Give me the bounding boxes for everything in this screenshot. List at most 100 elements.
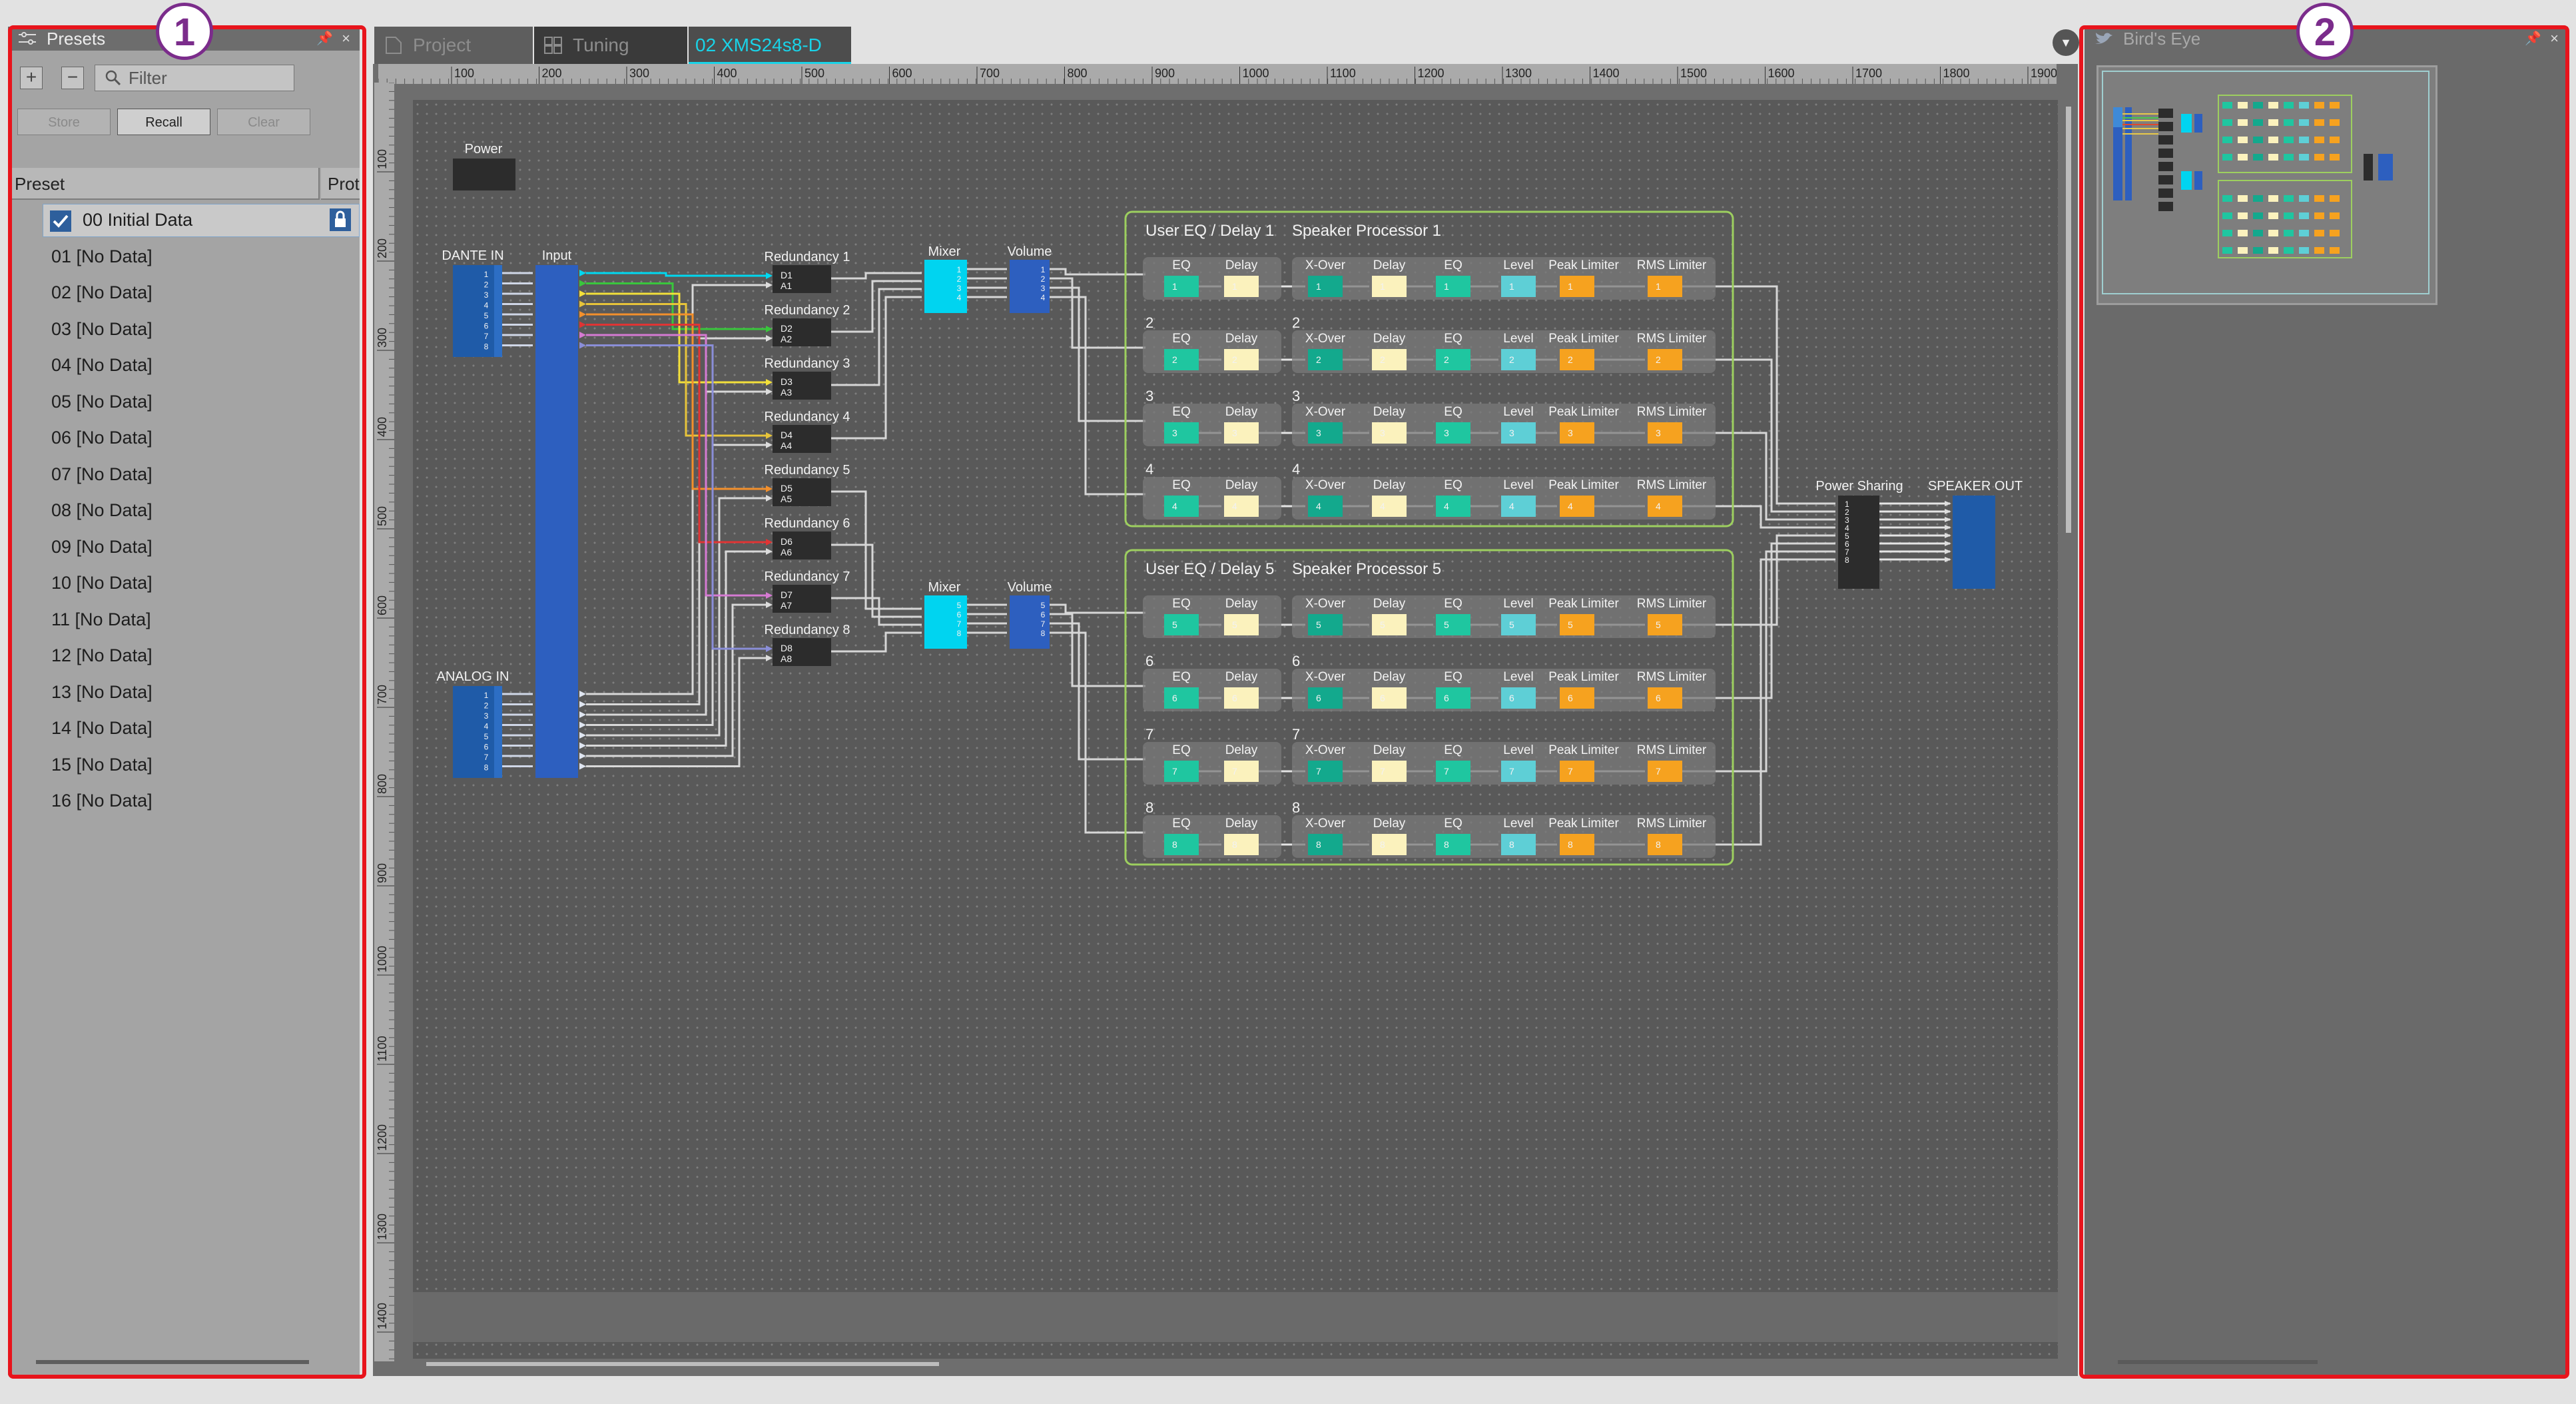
dsp-block[interactable] [1560,422,1594,444]
pin-icon[interactable]: 📌 [2525,27,2541,51]
dsp-block[interactable] [1224,761,1259,782]
dsp-block[interactable] [1308,614,1343,635]
dsp-block[interactable] [1560,349,1594,370]
volume-label: Volume [1008,580,1052,595]
block-label: Delay [1373,743,1406,757]
dsp-block[interactable] [1372,276,1407,297]
dsp-block[interactable] [1501,422,1536,444]
dsp-block[interactable] [1308,687,1343,709]
dsp-block[interactable] [1224,422,1259,444]
dsp-block-num: 4 [1444,501,1449,512]
dsp-block[interactable] [1308,834,1343,855]
dsp-block[interactable] [1648,687,1682,709]
dsp-block[interactable] [1308,349,1343,370]
dsp-block[interactable] [1224,687,1259,709]
dsp-block-num: 7 [1656,766,1661,777]
dsp-block[interactable] [1372,614,1407,635]
redundancy-port-a: A2 [781,334,792,344]
dsp-block[interactable] [1560,276,1594,297]
dsp-block[interactable] [1372,687,1407,709]
dsp-block[interactable] [1501,276,1536,297]
volume-to-eq-wire [1050,296,1145,496]
dsp-block[interactable] [1308,761,1343,782]
dsp-block[interactable] [1308,276,1343,297]
redundancy-port-d: D8 [781,643,793,653]
dsp-block[interactable] [1164,834,1199,855]
dsp-block[interactable] [1164,687,1199,709]
dsp-block-num: 1 [1568,281,1573,292]
dsp-block[interactable] [1436,422,1470,444]
dsp-block[interactable] [1372,834,1407,855]
port-arrow [579,732,586,739]
dsp-block[interactable] [1648,496,1682,517]
birds-eye-mini-block [2284,137,2294,143]
power-block[interactable] [453,159,515,190]
dsp-block[interactable] [1501,614,1536,635]
dsp-block[interactable] [1436,349,1470,370]
port-arrow [766,645,773,652]
dsp-block[interactable] [1308,422,1343,444]
birds-eye-mini-block [2253,102,2263,109]
dsp-block[interactable] [1501,349,1536,370]
port-arrow [766,486,773,492]
dsp-block[interactable] [1436,834,1470,855]
dsp-block[interactable] [1436,496,1470,517]
analog-route-wire [586,657,766,767]
dsp-block-num: 3 [1232,428,1237,438]
block-label: Peak Limiter [1548,817,1619,831]
port-arrow [579,701,586,708]
dsp-block[interactable] [1436,614,1470,635]
birds-eye-mini-block [2222,247,2232,254]
dsp-block[interactable] [1164,422,1199,444]
dsp-block[interactable] [1372,349,1407,370]
dsp-block[interactable] [1501,496,1536,517]
dsp-block[interactable] [1648,349,1682,370]
dsp-block[interactable] [1436,761,1470,782]
dsp-block-num: 2 [1444,354,1449,365]
user-eq-delay-row [1143,815,1281,858]
dsp-block[interactable] [1648,761,1682,782]
dsp-block[interactable] [1560,687,1594,709]
dsp-block[interactable] [1501,761,1536,782]
birds-eye-viewport[interactable] [2096,65,2437,305]
birds-eye-mini-block [2299,102,2309,109]
volume-port-num: 5 [1041,601,1046,610]
dsp-block[interactable] [1164,614,1199,635]
dsp-block[interactable] [1560,614,1594,635]
speaker-out-block[interactable] [1953,496,1995,589]
birds-eye-mini-block [2253,154,2263,161]
dsp-block[interactable] [1164,349,1199,370]
dsp-block[interactable] [1648,614,1682,635]
close-icon[interactable]: × [2550,27,2559,51]
dsp-block[interactable] [1224,496,1259,517]
dsp-block[interactable] [1501,834,1536,855]
dsp-block[interactable] [1501,687,1536,709]
dsp-block[interactable] [1164,496,1199,517]
dsp-block[interactable] [1560,496,1594,517]
dsp-block[interactable] [1372,761,1407,782]
dsp-block[interactable] [1436,687,1470,709]
dsp-block[interactable] [1648,422,1682,444]
dsp-block[interactable] [1372,496,1407,517]
block-label: Peak Limiter [1548,405,1619,419]
dsp-block[interactable] [1648,276,1682,297]
dsp-block[interactable] [1224,349,1259,370]
rms-to-power-sharing-wire [1682,550,1835,773]
dsp-block-num: 3 [1568,428,1573,438]
dsp-block[interactable] [1436,276,1470,297]
mixer-port-num: 3 [957,284,962,293]
dsp-block[interactable] [1164,761,1199,782]
dsp-block-num: 5 [1316,619,1321,630]
dsp-block[interactable] [1648,834,1682,855]
dsp-block[interactable] [1372,422,1407,444]
dsp-block[interactable] [1224,834,1259,855]
dsp-block[interactable] [1164,276,1199,297]
input-block[interactable] [535,265,578,778]
dante-in-strip [494,265,502,357]
dsp-block[interactable] [1560,761,1594,782]
dsp-block[interactable] [1308,496,1343,517]
dsp-block[interactable] [1224,614,1259,635]
dsp-block[interactable] [1224,276,1259,297]
dsp-block[interactable] [1560,834,1594,855]
birds-eye-scrollbar[interactable] [2118,1360,2318,1364]
